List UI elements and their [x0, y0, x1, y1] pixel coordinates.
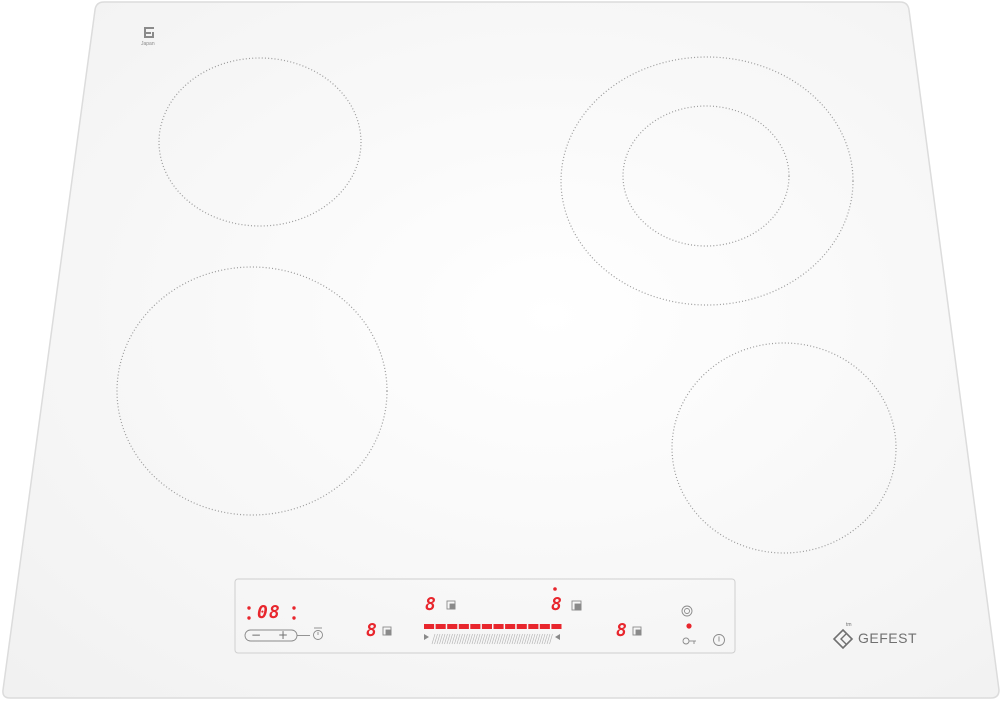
slider-segment: [539, 624, 550, 629]
slider-segment: [551, 624, 562, 629]
slider-segment: [447, 624, 458, 629]
timer-dot: [292, 606, 296, 610]
zone-display-front-right: 8: [616, 620, 627, 641]
maker-mark-icon: [144, 27, 154, 38]
timer-dot: [292, 616, 296, 620]
timer-dot: [247, 606, 251, 610]
brand-name: GEFEST: [858, 630, 918, 646]
zone-display-front-left: 8: [366, 620, 377, 641]
maker-mark-text: Japan: [141, 41, 155, 47]
timer-display: 08: [257, 602, 281, 623]
slider-segment: [505, 624, 516, 629]
slider-segment: [435, 624, 446, 629]
slider-segment: [481, 624, 492, 629]
zone-display-rear-left: 8: [425, 594, 436, 615]
slider-segment: [528, 624, 539, 629]
timer-plus-button[interactable]: +: [278, 628, 288, 642]
rear-right-indicator-dot: [553, 587, 557, 591]
slider-segment: [516, 624, 527, 629]
slider-segment: [458, 624, 469, 629]
slider-segment: [470, 624, 481, 629]
zone-display-rear-right: 8: [551, 594, 562, 615]
hob-illustration: [2, 1, 1000, 699]
glass-surface: [2, 1, 1000, 699]
slider-segment: [493, 624, 504, 629]
slider-segment: [424, 624, 435, 629]
timer-dot: [247, 616, 251, 620]
timer-minus-button[interactable]: −: [251, 628, 261, 642]
brand-trademark: tm: [846, 622, 852, 628]
lock-indicator-dot: [686, 623, 692, 629]
